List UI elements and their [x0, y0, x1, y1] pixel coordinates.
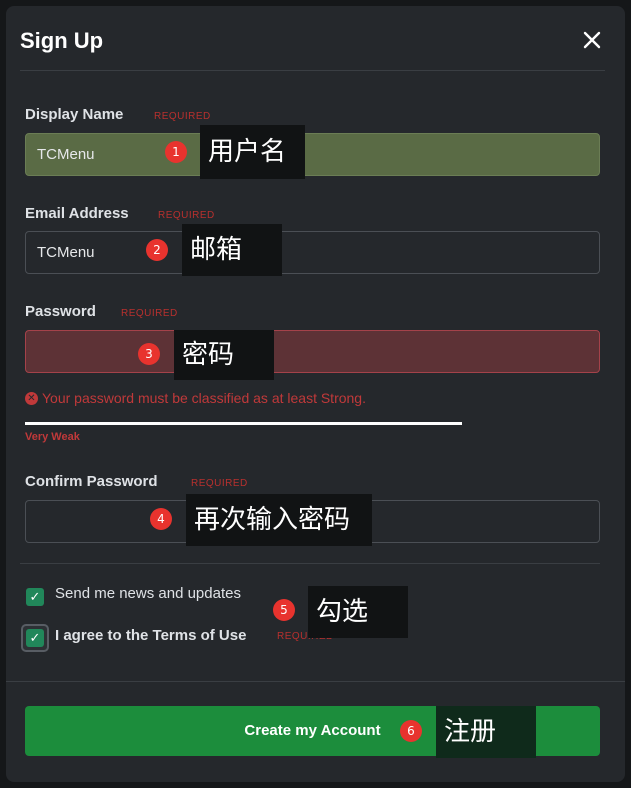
password-strength-bar	[25, 422, 462, 425]
annotation-note-3: 密码	[174, 330, 274, 380]
terms-of-use-link[interactable]: Terms of Use	[153, 627, 247, 644]
confirm-password-label: Confirm Password	[25, 473, 158, 490]
annotation-note-4: 再次输入密码	[186, 494, 372, 546]
password-required: REQUIRED	[121, 308, 178, 319]
terms-checkbox-label: I agree to the Terms of Use	[55, 627, 246, 644]
display-name-input[interactable]: TCMenu	[25, 133, 600, 176]
news-checkbox-label: Send me news and updates	[55, 585, 241, 602]
email-input[interactable]: TCMenu	[25, 231, 600, 274]
error-icon: ✕	[25, 391, 38, 405]
confirm-password-required: REQUIRED	[191, 478, 248, 489]
password-label: Password	[25, 303, 96, 320]
annotation-badge-1: 1	[165, 141, 187, 163]
close-button[interactable]	[580, 28, 604, 52]
terms-checkbox[interactable]: ✓	[26, 629, 44, 647]
fields-divider	[20, 563, 600, 564]
password-error: ✕ Your password must be classified as at…	[25, 390, 366, 406]
dialog-title: Sign Up	[20, 28, 104, 53]
annotation-badge-2: 2	[146, 239, 168, 261]
annotation-note-2: 邮箱	[182, 224, 282, 276]
email-label: Email Address	[25, 205, 129, 222]
header-divider	[20, 70, 605, 71]
email-required: REQUIRED	[158, 210, 215, 221]
annotation-note-6: 注册	[436, 706, 536, 758]
annotation-badge-4: 4	[150, 508, 172, 530]
annotation-badge-3: 3	[138, 343, 160, 365]
password-strength-label: Very Weak	[25, 431, 80, 443]
news-checkbox[interactable]: ✓	[26, 588, 44, 606]
annotation-note-5: 勾选	[308, 586, 408, 638]
close-icon	[583, 31, 601, 49]
display-name-required: REQUIRED	[154, 111, 211, 122]
password-input[interactable]	[25, 330, 600, 373]
terms-prefix: I agree to the	[55, 627, 153, 644]
display-name-label: Display Name	[25, 106, 124, 123]
annotation-badge-5: 5	[273, 599, 295, 621]
annotation-badge-6: 6	[400, 720, 422, 742]
password-error-text: Your password must be classified as at l…	[42, 390, 366, 406]
annotation-note-1: 用户名	[200, 125, 305, 179]
footer-divider	[6, 681, 625, 682]
